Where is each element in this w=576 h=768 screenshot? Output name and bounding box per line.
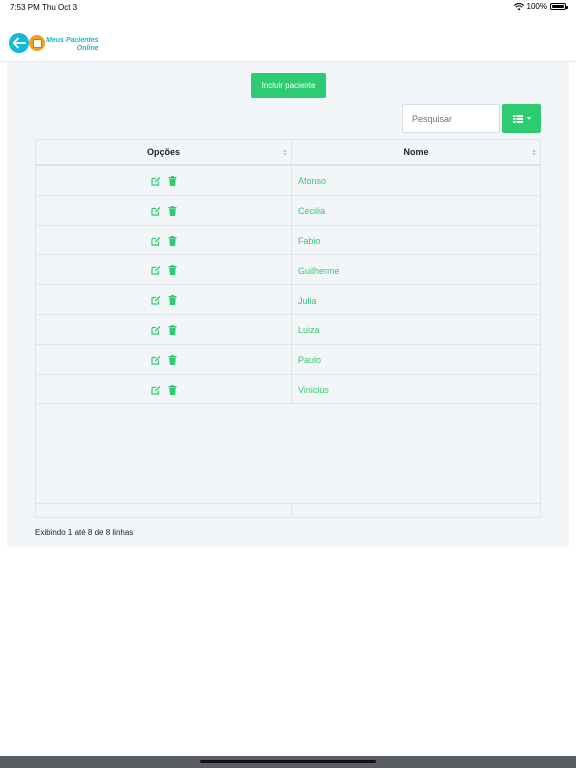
- view-toggle-button[interactable]: [502, 104, 541, 133]
- options-cell: [36, 225, 292, 255]
- edit-icon[interactable]: [150, 322, 161, 340]
- chevron-down-icon: [526, 117, 531, 120]
- calendar-icon: [32, 38, 42, 48]
- pagination-info: Exibindo 1 até 8 de 8 linhas: [35, 528, 134, 537]
- brand-line1: Meus Pacientes: [46, 37, 99, 44]
- battery-percent: 100%: [526, 2, 547, 11]
- brand-name: Meus Pacientes Online: [46, 37, 99, 53]
- patient-name-link[interactable]: Luiza: [292, 315, 540, 344]
- brand-line2: Online: [76, 45, 99, 52]
- back-button[interactable]: [9, 33, 29, 53]
- status-right: 100%: [513, 2, 568, 11]
- app-header: Meus Pacientes Online: [0, 14, 576, 62]
- table-row: Cecilia: [36, 195, 540, 226]
- wifi-icon: [513, 2, 524, 10]
- battery-icon: [550, 3, 568, 10]
- options-cell: [36, 314, 292, 344]
- trash-icon[interactable]: [168, 203, 177, 221]
- options-cell: [36, 344, 292, 374]
- trash-icon[interactable]: [168, 352, 177, 370]
- search-input[interactable]: [402, 104, 500, 133]
- table-body: Afonso Cecilia Fabio Guilherme Julia Luiza Pau…: [36, 166, 540, 405]
- options-cell: [36, 166, 292, 195]
- table-row: Guilherme: [36, 255, 540, 286]
- patient-name-link[interactable]: Vinicius: [292, 375, 540, 404]
- table-header: Opções Nome: [36, 140, 540, 166]
- include-patient-button[interactable]: Incluir paciente: [251, 73, 326, 98]
- table-row: Luiza: [36, 314, 540, 345]
- options-cell: [36, 195, 292, 225]
- edit-icon[interactable]: [150, 352, 161, 370]
- status-bar: 7:53 PM Thu Oct 3 100%: [0, 0, 576, 14]
- column-header-name[interactable]: Nome: [292, 140, 540, 164]
- patients-table: Opções Nome Afonso Cecilia Fabio Guilherme J…: [35, 139, 541, 518]
- sort-icon: [532, 149, 536, 156]
- patient-name-link[interactable]: Cecilia: [292, 196, 540, 225]
- column-header-label: Opções: [146, 147, 180, 157]
- options-cell: [36, 374, 292, 404]
- table-row: Afonso: [36, 166, 540, 196]
- table-row: Vinicius: [36, 374, 540, 405]
- options-cell: [36, 285, 292, 314]
- column-header-label: Nome: [403, 147, 429, 157]
- table-row: Julia: [36, 285, 540, 315]
- patient-name-link[interactable]: Fabio: [292, 226, 540, 255]
- patient-name-link[interactable]: Paulo: [292, 345, 540, 374]
- options-cell: [36, 255, 292, 285]
- patient-name-link[interactable]: Afonso: [292, 166, 540, 195]
- main-content: Incluir paciente Opções Nome AfonsoCecil…: [7, 62, 569, 547]
- sort-icon: [283, 149, 287, 156]
- table-row: Fabio: [36, 225, 540, 256]
- status-date: Thu Oct 3: [42, 3, 78, 12]
- edit-icon[interactable]: [150, 233, 161, 251]
- grid-icon: [512, 114, 523, 123]
- trash-icon[interactable]: [168, 233, 177, 251]
- trash-icon[interactable]: [168, 292, 177, 310]
- column-header-options[interactable]: Opções: [36, 140, 292, 164]
- patient-name-link[interactable]: Guilherme: [292, 255, 540, 284]
- home-indicator[interactable]: [200, 760, 376, 763]
- arrow-left-icon: [12, 37, 26, 49]
- trash-icon[interactable]: [168, 173, 177, 191]
- edit-icon[interactable]: [150, 262, 161, 280]
- trash-icon[interactable]: [168, 262, 177, 280]
- status-time: 7:53 PM: [10, 3, 40, 12]
- edit-icon[interactable]: [150, 173, 161, 191]
- edit-icon[interactable]: [150, 292, 161, 310]
- trash-icon[interactable]: [168, 382, 177, 400]
- table-row: Paulo: [36, 344, 540, 375]
- edit-icon[interactable]: [150, 203, 161, 221]
- trash-icon[interactable]: [168, 322, 177, 340]
- table-footer: [36, 503, 540, 517]
- patient-name-link[interactable]: Julia: [292, 285, 540, 314]
- edit-icon[interactable]: [150, 382, 161, 400]
- app-logo: [29, 35, 45, 51]
